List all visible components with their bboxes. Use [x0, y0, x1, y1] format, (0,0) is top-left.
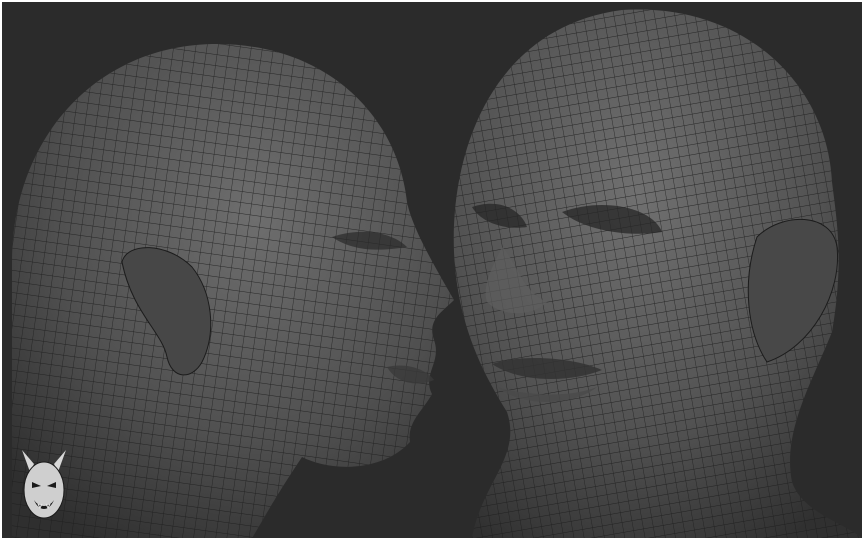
- frontal-head-right: [453, 9, 862, 538]
- image-frame: [2, 2, 862, 538]
- sculpt-render: [12, 9, 862, 538]
- profile-head-left: [12, 43, 454, 538]
